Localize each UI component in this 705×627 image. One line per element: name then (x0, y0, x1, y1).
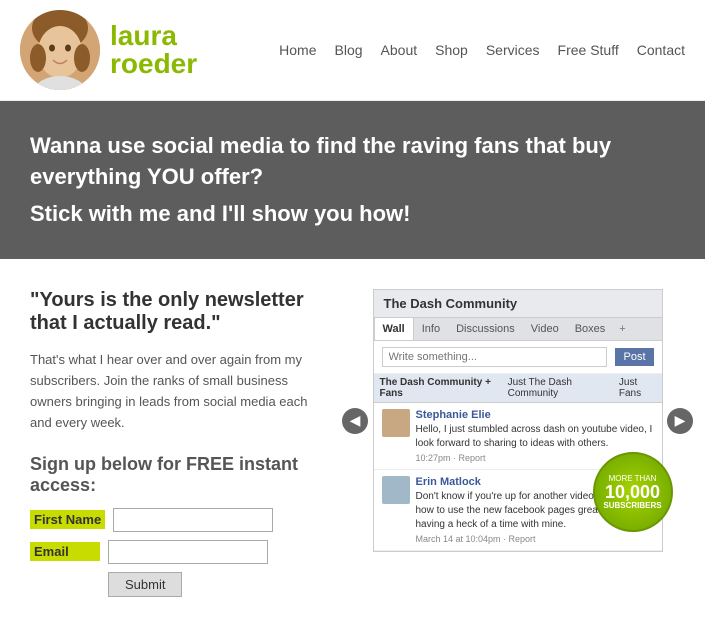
nav-about[interactable]: About (381, 42, 418, 58)
nav-blog[interactable]: Blog (335, 42, 363, 58)
carousel-content: The Dash Community Wall Info Discussions… (373, 289, 663, 552)
fb-tab-boxes[interactable]: Boxes (567, 318, 614, 340)
main-nav: Home Blog About Shop Services Free Stuff… (279, 42, 685, 58)
fb-tab-discussions[interactable]: Discussions (448, 318, 523, 340)
avatar (20, 10, 100, 90)
fb-write-input[interactable] (382, 347, 608, 367)
badge-subscribers-text: SUBSCRIBERS (603, 501, 661, 510)
email-input[interactable] (108, 540, 268, 564)
nav-shop[interactable]: Shop (435, 42, 468, 58)
nav-freestuff[interactable]: Free Stuff (558, 42, 619, 58)
hero-banner: Wanna use social media to find the ravin… (0, 101, 705, 259)
nav-home[interactable]: Home (279, 42, 316, 58)
subscribers-badge: MORE THAN 10,000 SUBSCRIBERS (593, 452, 673, 532)
fb-fan-tabs: The Dash Community + Fans Just The Dash … (374, 374, 662, 403)
nav-services[interactable]: Services (486, 42, 540, 58)
fb-post-1-name[interactable]: Stephanie Elie (416, 409, 654, 421)
fb-tabs: Wall Info Discussions Video Boxes + (374, 318, 662, 341)
fb-post-1-text: Hello, I just stumbled across dash on yo… (416, 423, 654, 451)
email-row: Email (30, 540, 330, 564)
logo-area: laura roeder (20, 10, 197, 90)
email-label: Email (30, 542, 100, 561)
firstname-label: First Name (30, 510, 105, 529)
main-headline: "Yours is the only newsletter that I act… (30, 289, 330, 335)
left-column: "Yours is the only newsletter that I act… (30, 289, 330, 596)
fb-tab-plus[interactable]: + (613, 318, 631, 340)
fb-tab-video[interactable]: Video (523, 318, 567, 340)
main-content: "Yours is the only newsletter that I act… (0, 259, 705, 626)
fb-write-box: Post (374, 341, 662, 374)
fb-post-button[interactable]: Post (615, 348, 653, 366)
fb-post-2-avatar (382, 476, 410, 504)
badge-number: 10,000 (605, 483, 660, 501)
hero-line1: Wanna use social media to find the ravin… (30, 131, 675, 193)
fb-post-2-time: March 14 at 10:04pm · Report (416, 534, 654, 544)
logo-text: laura roeder (110, 22, 197, 78)
right-column: ◀ The Dash Community Wall Info Discussio… (360, 289, 675, 552)
fb-fan-tab-fans[interactable]: Just Fans (613, 374, 662, 402)
logo-first-name: laura (110, 22, 197, 50)
hero-line2: Stick with me and I'll show you how! (30, 199, 675, 230)
carousel-next[interactable]: ▶ (667, 408, 693, 434)
submit-row: Submit (30, 572, 330, 597)
signup-title: Sign up below for FREE instant access: (30, 454, 330, 496)
fb-fan-tab-community[interactable]: The Dash Community + Fans (374, 374, 502, 402)
main-description: That's what I hear over and over again f… (30, 350, 330, 433)
firstname-input[interactable] (113, 508, 273, 532)
fb-fan-tab-dash[interactable]: Just The Dash Community (502, 374, 613, 402)
fb-tab-info[interactable]: Info (414, 318, 448, 340)
logo-last-name: roeder (110, 50, 197, 78)
carousel-prev[interactable]: ◀ (342, 408, 368, 434)
nav-contact[interactable]: Contact (637, 42, 685, 58)
fb-post-1-avatar (382, 409, 410, 437)
fb-community-name: The Dash Community (374, 290, 662, 318)
fb-tab-wall[interactable]: Wall (374, 318, 414, 340)
submit-button[interactable]: Submit (108, 572, 182, 597)
header: laura roeder Home Blog About Shop Servic… (0, 0, 705, 101)
firstname-row: First Name (30, 508, 330, 532)
